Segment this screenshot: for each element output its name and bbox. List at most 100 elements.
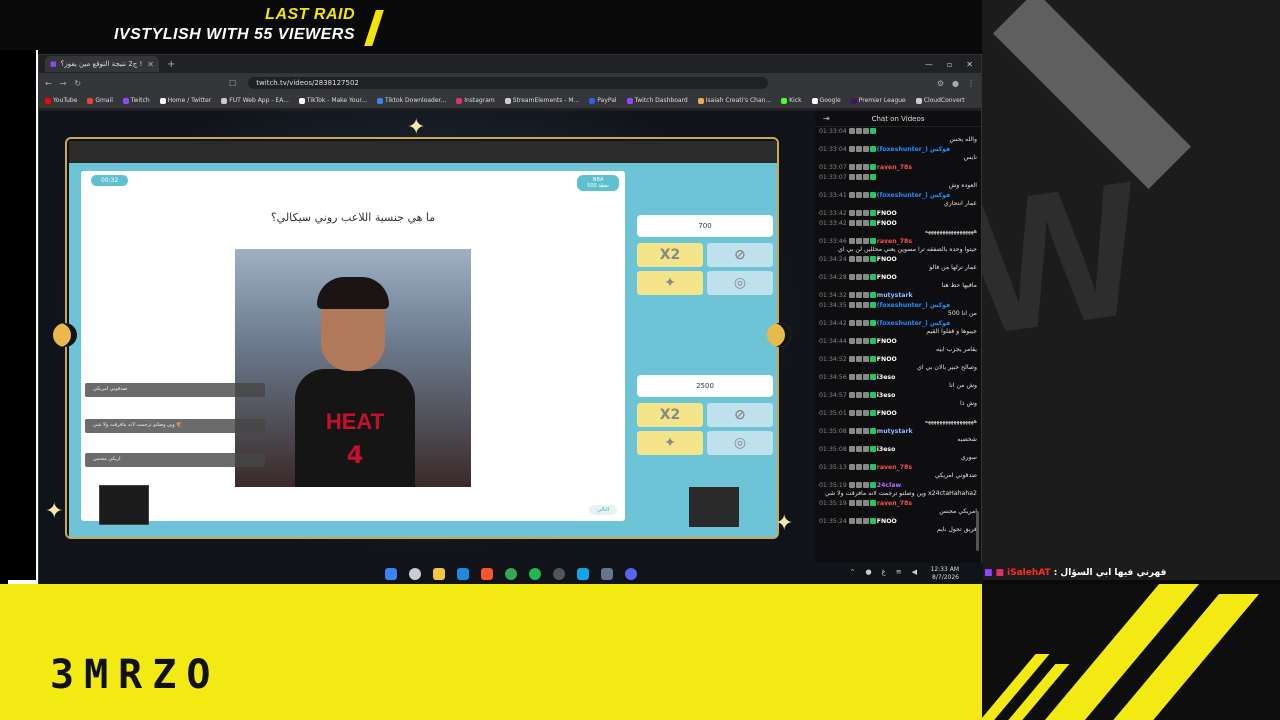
- mod-action-icon[interactable]: [855, 256, 862, 262]
- mod-action-icon[interactable]: [862, 146, 869, 152]
- mod-action-icon[interactable]: [862, 128, 869, 134]
- chat-username[interactable]: i3eso: [877, 392, 896, 399]
- app-icon[interactable]: [601, 568, 613, 580]
- spotify-icon[interactable]: [529, 568, 541, 580]
- mod-action-icon[interactable]: [862, 238, 869, 244]
- mod-action-icon[interactable]: [848, 164, 855, 170]
- new-tab-icon[interactable]: +: [167, 59, 175, 70]
- mod-action-icon[interactable]: [855, 338, 862, 344]
- mod-action-icon[interactable]: [848, 464, 855, 470]
- mod-action-icon[interactable]: [855, 374, 862, 380]
- mod-action-icon[interactable]: [869, 518, 876, 524]
- x2-card[interactable]: X2: [637, 403, 703, 427]
- mod-action-icon[interactable]: [855, 174, 862, 180]
- mod-action-icon[interactable]: [848, 192, 855, 198]
- obs-icon[interactable]: [553, 568, 565, 580]
- app-icon[interactable]: [577, 568, 589, 580]
- mod-action-icon[interactable]: [855, 164, 862, 170]
- mod-action-icon[interactable]: [869, 410, 876, 416]
- mic-icon[interactable]: ●: [865, 568, 871, 576]
- bookmark-item[interactable]: Google: [811, 97, 841, 104]
- mod-action-icon[interactable]: [855, 500, 862, 506]
- file-explorer-icon[interactable]: [433, 568, 445, 580]
- extension-icon[interactable]: ⚙: [937, 79, 944, 88]
- mod-action-icon[interactable]: [855, 392, 862, 398]
- chat-username[interactable]: raven_78s: [877, 464, 912, 471]
- mod-action-icon[interactable]: [862, 410, 869, 416]
- mod-action-icon[interactable]: [862, 446, 869, 452]
- mod-action-icon[interactable]: [869, 446, 876, 452]
- mod-action-icon[interactable]: [848, 338, 855, 344]
- mod-action-icon[interactable]: [848, 374, 855, 380]
- mod-action-icon[interactable]: [848, 292, 855, 298]
- chat-username[interactable]: raven_78s: [877, 500, 912, 507]
- chat-username[interactable]: FNOO: [877, 210, 897, 217]
- back-icon[interactable]: ←: [45, 79, 52, 88]
- chat-username[interactable]: i3eso: [877, 446, 896, 453]
- bookmark-item[interactable]: Isaiah Creati's Chan...: [697, 97, 771, 104]
- bookmark-item[interactable]: Twitch Dashboard: [626, 97, 688, 104]
- chat-username[interactable]: FNOO: [877, 256, 897, 263]
- mod-action-icon[interactable]: [862, 320, 869, 326]
- bookmark-item[interactable]: PayPal: [589, 97, 617, 104]
- next-button[interactable]: التالي: [589, 505, 617, 515]
- mod-action-icon[interactable]: [869, 146, 876, 152]
- mod-action-icon[interactable]: [869, 220, 876, 226]
- bookmark-item[interactable]: StreamElements - M...: [504, 97, 579, 104]
- x2-card[interactable]: X2: [637, 243, 703, 267]
- mod-action-icon[interactable]: [848, 500, 855, 506]
- bookmark-item[interactable]: Tiktok Downloader...: [377, 97, 446, 104]
- bookmark-icon[interactable]: ☐: [229, 79, 236, 88]
- chat-username[interactable]: FNOO: [877, 274, 897, 281]
- mod-action-icon[interactable]: [862, 338, 869, 344]
- mod-action-icon[interactable]: [862, 256, 869, 262]
- bookmark-item[interactable]: Twitch: [122, 97, 150, 104]
- mod-action-icon[interactable]: [855, 356, 862, 362]
- mod-action-icon[interactable]: [869, 192, 876, 198]
- minimize-icon[interactable]: —: [925, 60, 933, 69]
- brave-icon[interactable]: [481, 568, 493, 580]
- mod-action-icon[interactable]: [855, 464, 862, 470]
- mod-action-icon[interactable]: [855, 192, 862, 198]
- mod-action-icon[interactable]: [855, 302, 862, 308]
- mod-action-icon[interactable]: [855, 518, 862, 524]
- powerup-card[interactable]: ✦: [637, 271, 703, 295]
- tray-chevron-icon[interactable]: ⌃: [850, 568, 856, 576]
- mod-action-icon[interactable]: [862, 302, 869, 308]
- mod-action-icon[interactable]: [855, 428, 862, 434]
- bookmark-item[interactable]: Kick: [781, 97, 802, 104]
- mod-action-icon[interactable]: [848, 428, 855, 434]
- chat-username[interactable]: 24claw: [877, 482, 901, 489]
- mod-action-icon[interactable]: [855, 274, 862, 280]
- language-icon[interactable]: ع: [882, 568, 886, 576]
- mail-icon[interactable]: [457, 568, 469, 580]
- chat-scrollbar[interactable]: [976, 511, 979, 551]
- mod-action-icon[interactable]: [848, 410, 855, 416]
- mod-action-icon[interactable]: [869, 338, 876, 344]
- bookmark-item[interactable]: YouTube: [45, 97, 77, 104]
- mod-action-icon[interactable]: [862, 374, 869, 380]
- search-icon[interactable]: [409, 568, 421, 580]
- chat-username[interactable]: FNOO: [877, 356, 897, 363]
- chat-username[interactable]: (foxeshunter_) فوكس: [877, 192, 950, 199]
- mod-action-icon[interactable]: [848, 238, 855, 244]
- chat-username[interactable]: FNOO: [877, 338, 897, 345]
- mod-action-icon[interactable]: [869, 356, 876, 362]
- volume-icon[interactable]: ◀: [912, 568, 917, 576]
- mod-action-icon[interactable]: [855, 410, 862, 416]
- chat-username[interactable]: raven_78s: [877, 164, 912, 171]
- chat-username[interactable]: (foxeshunter_) فوكس: [877, 302, 950, 309]
- chat-username[interactable]: FNOO: [877, 518, 897, 525]
- mod-action-icon[interactable]: [862, 164, 869, 170]
- mod-action-icon[interactable]: [869, 164, 876, 170]
- bookmark-item[interactable]: CloudConvert: [915, 97, 965, 104]
- bookmark-item[interactable]: Home / Twitter: [159, 97, 211, 104]
- mod-action-icon[interactable]: [855, 292, 862, 298]
- mod-action-icon[interactable]: [862, 392, 869, 398]
- chat-username[interactable]: mutystark: [877, 428, 913, 435]
- bookmark-item[interactable]: FUT Web App - EA...: [221, 97, 289, 104]
- mod-action-icon[interactable]: [869, 464, 876, 470]
- mod-action-icon[interactable]: [869, 320, 876, 326]
- mod-action-icon[interactable]: [869, 238, 876, 244]
- mod-action-icon[interactable]: [848, 274, 855, 280]
